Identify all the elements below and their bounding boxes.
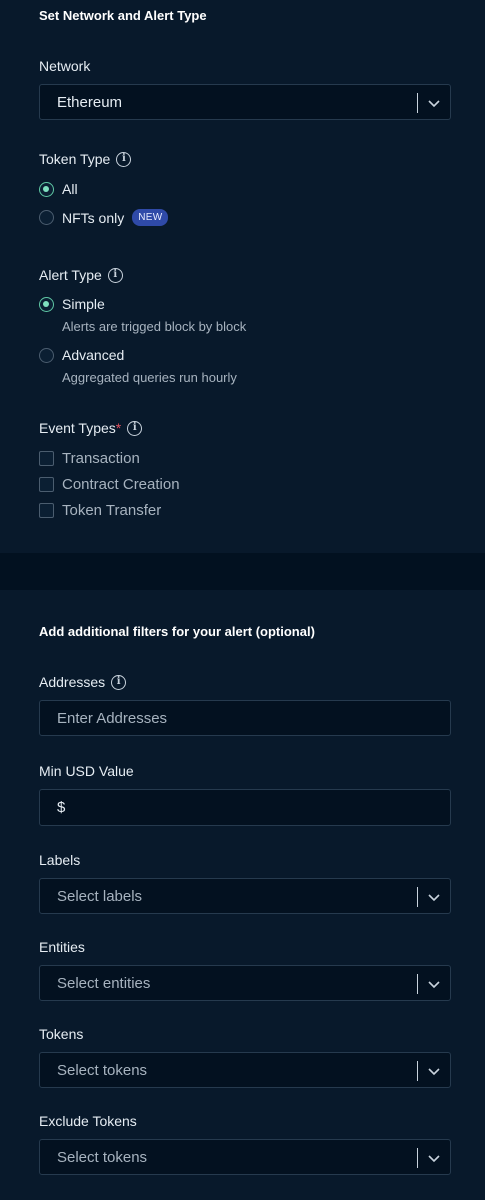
labels-select[interactable]: Select labels: [39, 878, 451, 914]
radio-button[interactable]: [39, 347, 54, 363]
addresses-heading: Addresses i: [39, 674, 127, 690]
network-select-value: Ethereum: [57, 93, 123, 111]
info-icon[interactable]: i: [111, 674, 127, 690]
token-type-nfts-label: NFTs only: [62, 209, 125, 226]
entities-label: Entities: [39, 939, 85, 955]
info-icon[interactable]: i: [116, 151, 132, 167]
alert-type-advanced-option[interactable]: Advanced: [39, 347, 124, 363]
select-divider: [417, 1148, 418, 1168]
alert-type-simple-option[interactable]: Simple: [39, 296, 105, 312]
section-divider: [0, 553, 485, 590]
radio-button[interactable]: [39, 210, 54, 225]
token-type-nfts-option[interactable]: NFTs only NEW: [39, 209, 169, 226]
event-type-token-transfer-option[interactable]: Token Transfer: [39, 502, 161, 519]
min-usd-input[interactable]: [71, 799, 402, 816]
labels-label: Labels: [39, 852, 81, 868]
chevron-down-icon[interactable]: [427, 1151, 441, 1165]
event-type-token-transfer-label: Token Transfer: [62, 502, 162, 519]
section-title-network: Set Network and Alert Type: [39, 8, 207, 23]
addresses-label: Addresses: [39, 674, 106, 690]
chevron-down-icon[interactable]: [427, 1064, 441, 1078]
entities-select-placeholder: Select entities: [57, 974, 151, 992]
token-type-heading: Token Type i: [39, 151, 132, 167]
labels-select-placeholder: Select labels: [57, 887, 143, 905]
alert-type-simple-label: Simple: [62, 296, 105, 312]
event-type-contract-creation-option[interactable]: Contract Creation: [39, 476, 180, 493]
event-type-contract-creation-label: Contract Creation: [62, 476, 180, 493]
select-divider: [417, 974, 418, 994]
exclude-tokens-label: Exclude Tokens: [39, 1113, 137, 1129]
alert-type-advanced-label: Advanced: [62, 347, 125, 363]
info-icon[interactable]: i: [127, 420, 143, 436]
min-usd-label: Min USD Value: [39, 763, 134, 779]
event-type-transaction-label: Transaction: [62, 450, 140, 467]
token-type-label: Token Type: [39, 151, 111, 167]
token-type-all-option[interactable]: All: [39, 181, 78, 197]
token-type-all-label: All: [62, 181, 78, 197]
tokens-select[interactable]: Select tokens: [39, 1052, 451, 1088]
addresses-input[interactable]: [57, 709, 387, 727]
entities-select[interactable]: Select entities: [39, 965, 451, 1001]
checkbox[interactable]: [39, 451, 54, 466]
alert-type-heading: Alert Type i: [39, 267, 123, 283]
new-badge: NEW: [132, 209, 169, 226]
exclude-tokens-select[interactable]: Select tokens: [39, 1139, 451, 1175]
alert-type-advanced-description: Aggregated queries run hourly: [62, 370, 237, 385]
network-select[interactable]: Ethereum: [39, 84, 451, 120]
checkbox[interactable]: [39, 503, 54, 518]
network-label: Network: [39, 58, 91, 74]
radio-button-selected[interactable]: [39, 296, 54, 312]
min-usd-field[interactable]: $: [39, 789, 451, 826]
tokens-label: Tokens: [39, 1026, 84, 1042]
radio-button-selected[interactable]: [39, 181, 54, 197]
select-divider: [417, 93, 418, 113]
addresses-field[interactable]: [39, 700, 451, 736]
select-divider: [417, 887, 418, 907]
info-icon[interactable]: i: [107, 267, 123, 283]
event-types-heading: Event Types * i: [39, 420, 143, 436]
exclude-tokens-select-placeholder: Select tokens: [57, 1148, 148, 1166]
chevron-down-icon[interactable]: [427, 977, 441, 991]
event-type-transaction-option[interactable]: Transaction: [39, 450, 140, 467]
chevron-down-icon[interactable]: [427, 890, 441, 904]
currency-prefix: $: [57, 799, 66, 816]
select-divider: [417, 1061, 418, 1081]
checkbox[interactable]: [39, 477, 54, 492]
section-title-filters: Add additional filters for your alert (o…: [39, 624, 315, 639]
tokens-select-placeholder: Select tokens: [57, 1061, 148, 1079]
event-types-label: Event Types: [39, 420, 116, 436]
alert-type-simple-description: Alerts are trigged block by block: [62, 319, 247, 334]
alert-type-label: Alert Type: [39, 267, 102, 283]
required-marker: *: [115, 420, 122, 436]
chevron-down-icon[interactable]: [427, 96, 441, 110]
